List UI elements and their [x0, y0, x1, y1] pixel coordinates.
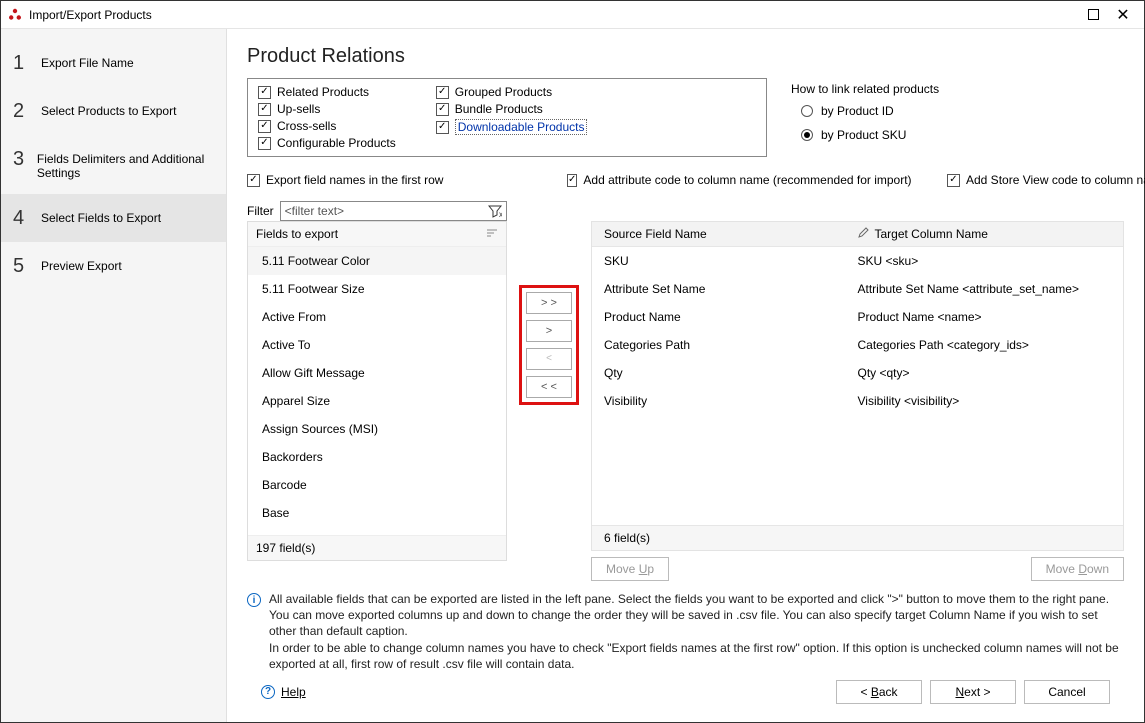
title-bar: Import/Export Products ✕: [1, 1, 1144, 29]
filter-icon[interactable]: x: [488, 204, 502, 221]
info-text: All available fields that can be exporte…: [269, 591, 1124, 672]
btn-add-all[interactable]: > >: [526, 292, 572, 314]
btn-remove-all[interactable]: < <: [526, 376, 572, 398]
close-button[interactable]: ✕: [1108, 5, 1138, 25]
list-item[interactable]: Base: [248, 499, 506, 527]
product-relations-box: Related Products Up-sells Cross-sells Co…: [247, 78, 767, 157]
step-2[interactable]: 2 Select Products to Export: [1, 87, 226, 135]
btn-move-up[interactable]: Move Up: [591, 557, 669, 581]
list-item[interactable]: 5.11 Footwear Size: [248, 275, 506, 303]
chk-related-products[interactable]: Related Products: [258, 85, 396, 99]
chk-downloadable-products[interactable]: Downloadable Products: [436, 119, 588, 135]
table-row[interactable]: QtyQty <qty>: [592, 359, 1123, 387]
list-item[interactable]: Allow Gift Message: [248, 359, 506, 387]
page-title: Product Relations: [247, 45, 1124, 68]
svg-text:x: x: [499, 210, 502, 218]
fields-to-export-list: Fields to export 5.11 Footwear Color 5.1…: [247, 221, 507, 561]
chk-configurable-products[interactable]: Configurable Products: [258, 136, 396, 150]
table-row[interactable]: Categories PathCategories Path <category…: [592, 331, 1123, 359]
info-icon: i: [247, 593, 261, 607]
table-row[interactable]: VisibilityVisibility <visibility>: [592, 387, 1123, 415]
fields-list-header: Fields to export: [256, 227, 338, 241]
list-item[interactable]: Active From: [248, 303, 506, 331]
app-icon: [7, 7, 23, 23]
list-item[interactable]: Apparel Size: [248, 387, 506, 415]
chk-bundle-products[interactable]: Bundle Products: [436, 102, 588, 116]
link-options: How to link related products by Product …: [787, 78, 939, 157]
list-item[interactable]: Active To: [248, 331, 506, 359]
cancel-button[interactable]: Cancel: [1024, 680, 1110, 704]
radio-by-product-sku[interactable]: by Product SKU: [801, 128, 939, 142]
th-target[interactable]: Target Column Name: [858, 227, 1112, 241]
selected-fields-footer: 6 field(s): [592, 525, 1123, 550]
fields-list-footer: 197 field(s): [248, 535, 506, 560]
btn-remove[interactable]: <: [526, 348, 572, 370]
chk-cross-sells[interactable]: Cross-sells: [258, 119, 396, 133]
th-source[interactable]: Source Field Name: [604, 227, 858, 241]
selected-fields-table: Source Field Name Target Column Name SKU…: [591, 221, 1124, 551]
chk-grouped-products[interactable]: Grouped Products: [436, 85, 588, 99]
help-icon: ?: [261, 685, 275, 699]
filter-row: Filter <filter text> x: [247, 201, 507, 221]
list-item[interactable]: 5.11 Footwear Color: [248, 247, 506, 275]
radio-by-product-id[interactable]: by Product ID: [801, 104, 939, 118]
table-row[interactable]: Product NameProduct Name <name>: [592, 303, 1123, 331]
step-5[interactable]: 5 Preview Export: [1, 242, 226, 290]
back-button[interactable]: < Back: [836, 680, 922, 704]
table-row[interactable]: Attribute Set NameAttribute Set Name <at…: [592, 275, 1123, 303]
chk-up-sells[interactable]: Up-sells: [258, 102, 396, 116]
help-link[interactable]: ? Help: [261, 685, 306, 699]
list-item[interactable]: Backorders: [248, 443, 506, 471]
chk-add-store-view[interactable]: Add Store View code to column nam: [947, 173, 1145, 187]
link-options-label: How to link related products: [791, 82, 939, 96]
transfer-buttons-highlight: > > > < < <: [519, 285, 579, 405]
window-title: Import/Export Products: [29, 8, 1078, 22]
btn-add[interactable]: >: [526, 320, 572, 342]
filter-input[interactable]: <filter text> x: [280, 201, 507, 221]
list-item[interactable]: Barcode: [248, 471, 506, 499]
pencil-icon: [858, 227, 869, 241]
step-3[interactable]: 3 Fields Delimiters and Additional Setti…: [1, 135, 226, 194]
list-item[interactable]: Assign Sources (MSI): [248, 415, 506, 443]
step-4[interactable]: 4 Select Fields to Export: [1, 194, 226, 242]
chk-add-attribute-code[interactable]: Add attribute code to column name (recom…: [567, 173, 887, 187]
btn-move-down[interactable]: Move Down: [1031, 557, 1124, 581]
wizard-sidebar: 1 Export File Name 2 Select Products to …: [1, 29, 227, 722]
filter-label: Filter: [247, 204, 274, 218]
next-button[interactable]: Next >: [930, 680, 1016, 704]
step-1[interactable]: 1 Export File Name: [1, 39, 226, 87]
table-row[interactable]: SKUSKU <sku>: [592, 247, 1123, 275]
sort-icon[interactable]: [486, 228, 498, 241]
maximize-button[interactable]: [1078, 5, 1108, 25]
chk-export-field-names[interactable]: Export field names in the first row: [247, 173, 507, 187]
